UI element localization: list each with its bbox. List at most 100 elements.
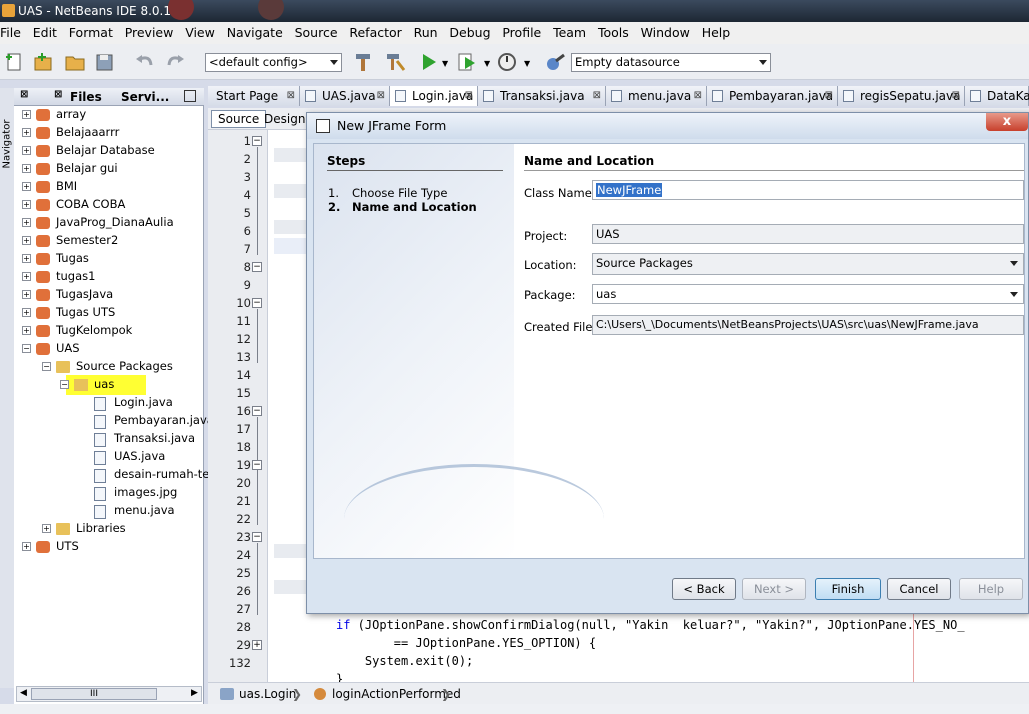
- close-tab-icon[interactable]: ⊠: [952, 86, 960, 106]
- expand-icon[interactable]: +: [22, 110, 31, 119]
- editor-tab[interactable]: Start Page ⊠: [208, 86, 300, 106]
- tree-project[interactable]: tugas1: [56, 269, 95, 283]
- collapse-fold-icon[interactable]: −: [252, 262, 262, 272]
- scroll-left-icon[interactable]: ◀: [20, 688, 27, 698]
- tree-file[interactable]: UAS.java: [114, 449, 165, 463]
- collapse-icon[interactable]: −: [42, 362, 51, 371]
- collapse-fold-icon[interactable]: −: [252, 298, 262, 308]
- close-tab-icon[interactable]: ⊠: [465, 86, 473, 106]
- tree-project[interactable]: TugasJava: [56, 287, 113, 301]
- expand-icon[interactable]: +: [22, 236, 31, 245]
- tree-project[interactable]: UAS: [56, 341, 80, 355]
- menu-profile[interactable]: Profile: [498, 22, 545, 44]
- tree-file[interactable]: menu.java: [114, 503, 175, 517]
- close-tab-icon[interactable]: ⊠: [287, 86, 295, 106]
- close-tab-icon[interactable]: ⊠: [377, 86, 385, 106]
- menu-file[interactable]: File: [0, 22, 25, 44]
- tree-horizontal-scrollbar[interactable]: ◀ III ▶: [16, 686, 202, 702]
- finish-button[interactable]: Finish: [815, 578, 881, 600]
- tree-project[interactable]: TugKelompok: [56, 323, 132, 337]
- scroll-right-icon[interactable]: ▶: [191, 688, 198, 698]
- menu-help[interactable]: Help: [698, 22, 735, 44]
- menu-source[interactable]: Source: [291, 22, 342, 44]
- tree-project[interactable]: Belajaaarrr: [56, 125, 119, 139]
- tree-project[interactable]: Semester2: [56, 233, 118, 247]
- scroll-thumb[interactable]: III: [31, 688, 157, 700]
- expand-icon[interactable]: +: [22, 218, 31, 227]
- undo-icon[interactable]: [134, 51, 156, 73]
- clean-build-icon[interactable]: [384, 51, 406, 73]
- cancel-button[interactable]: Cancel: [887, 578, 951, 600]
- menu-refactor[interactable]: Refactor: [345, 22, 405, 44]
- tree-file[interactable]: Login.java: [114, 395, 173, 409]
- location-dropdown[interactable]: Source Packages: [592, 253, 1024, 275]
- collapse-fold-icon[interactable]: −: [252, 136, 262, 146]
- breadcrumb-class[interactable]: uas.Login: [239, 683, 296, 705]
- tree-project[interactable]: JavaProg_DianaAulia: [56, 215, 174, 229]
- tree-package-uas[interactable]: uas: [94, 377, 114, 391]
- build-hammer-icon[interactable]: [352, 51, 374, 73]
- open-project-icon[interactable]: [64, 51, 86, 73]
- tree-project[interactable]: BMI: [56, 179, 77, 193]
- editor-tab[interactable]: regisSepatu.java ⊠: [838, 86, 965, 106]
- profile-icon[interactable]: [496, 51, 518, 73]
- editor-tab[interactable]: Login.java ⊠: [390, 86, 478, 106]
- back-button[interactable]: < Back: [672, 578, 736, 600]
- new-project-icon[interactable]: [32, 51, 54, 73]
- help-button[interactable]: Help: [959, 578, 1023, 600]
- tree-project[interactable]: Tugas: [56, 251, 89, 265]
- tree-file[interactable]: desain-rumah-terb: [114, 467, 221, 481]
- menu-tools[interactable]: Tools: [594, 22, 633, 44]
- menu-format[interactable]: Format: [65, 22, 117, 44]
- debug-icon[interactable]: [456, 51, 478, 73]
- datasource-icon[interactable]: [544, 51, 566, 73]
- expand-icon[interactable]: +: [42, 524, 51, 533]
- expand-icon[interactable]: +: [22, 182, 31, 191]
- redo-icon[interactable]: [164, 51, 186, 73]
- menu-debug[interactable]: Debug: [445, 22, 494, 44]
- expand-icon[interactable]: +: [22, 272, 31, 281]
- menu-window[interactable]: Window: [637, 22, 694, 44]
- tree-project[interactable]: COBA COBA: [56, 197, 125, 211]
- expand-icon[interactable]: +: [22, 326, 31, 335]
- menu-edit[interactable]: Edit: [29, 22, 61, 44]
- tree-file[interactable]: images.jpg: [114, 485, 177, 499]
- expand-icon[interactable]: +: [22, 542, 31, 551]
- navigator-tab[interactable]: Navigator: [2, 99, 13, 169]
- tree-file[interactable]: Pembayaran.java: [114, 413, 214, 427]
- menu-preview[interactable]: Preview: [121, 22, 178, 44]
- tree-source-packages[interactable]: Source Packages: [76, 359, 173, 373]
- editor-tab[interactable]: Transaksi.java ⊠: [478, 86, 606, 106]
- run-dropdown-icon[interactable]: ▼: [442, 59, 448, 68]
- expand-icon[interactable]: +: [22, 290, 31, 299]
- expand-icon[interactable]: +: [22, 200, 31, 209]
- close-tab-icon[interactable]: ⊠: [694, 86, 702, 106]
- menu-navigate[interactable]: Navigate: [223, 22, 287, 44]
- config-dropdown[interactable]: <default config>: [205, 53, 342, 72]
- new-file-icon[interactable]: [4, 51, 26, 73]
- tree-project[interactable]: UTS: [56, 539, 79, 553]
- tree-project[interactable]: Tugas UTS: [56, 305, 115, 319]
- editor-tab[interactable]: UAS.java ⊠: [300, 86, 390, 106]
- navigator-strip[interactable]: Navigator: [0, 88, 14, 688]
- tree-libraries[interactable]: Libraries: [76, 521, 126, 535]
- collapse-fold-icon[interactable]: −: [252, 532, 262, 542]
- debug-dropdown-icon[interactable]: ▼: [484, 59, 490, 68]
- tree-project[interactable]: Belajar Database: [56, 143, 155, 157]
- expand-icon[interactable]: +: [22, 164, 31, 173]
- class-name-input[interactable]: NewJFrame: [592, 180, 1024, 200]
- menu-view[interactable]: View: [181, 22, 219, 44]
- package-combobox[interactable]: uas: [592, 284, 1024, 304]
- expand-icon[interactable]: +: [22, 146, 31, 155]
- editor-tab[interactable]: menu.java ⊠: [606, 86, 707, 106]
- menu-team[interactable]: Team: [549, 22, 590, 44]
- run-icon[interactable]: [418, 51, 440, 73]
- editor-tab[interactable]: Pembayaran.java ⊠: [707, 86, 838, 106]
- close-tab-icon[interactable]: ⊠: [593, 86, 601, 106]
- close-icon[interactable]: x: [986, 113, 1028, 131]
- collapse-fold-icon[interactable]: −: [252, 406, 262, 416]
- expand-icon[interactable]: +: [22, 128, 31, 137]
- save-all-icon[interactable]: [94, 51, 116, 73]
- collapse-icon[interactable]: −: [22, 344, 31, 353]
- source-button[interactable]: Source: [211, 110, 267, 128]
